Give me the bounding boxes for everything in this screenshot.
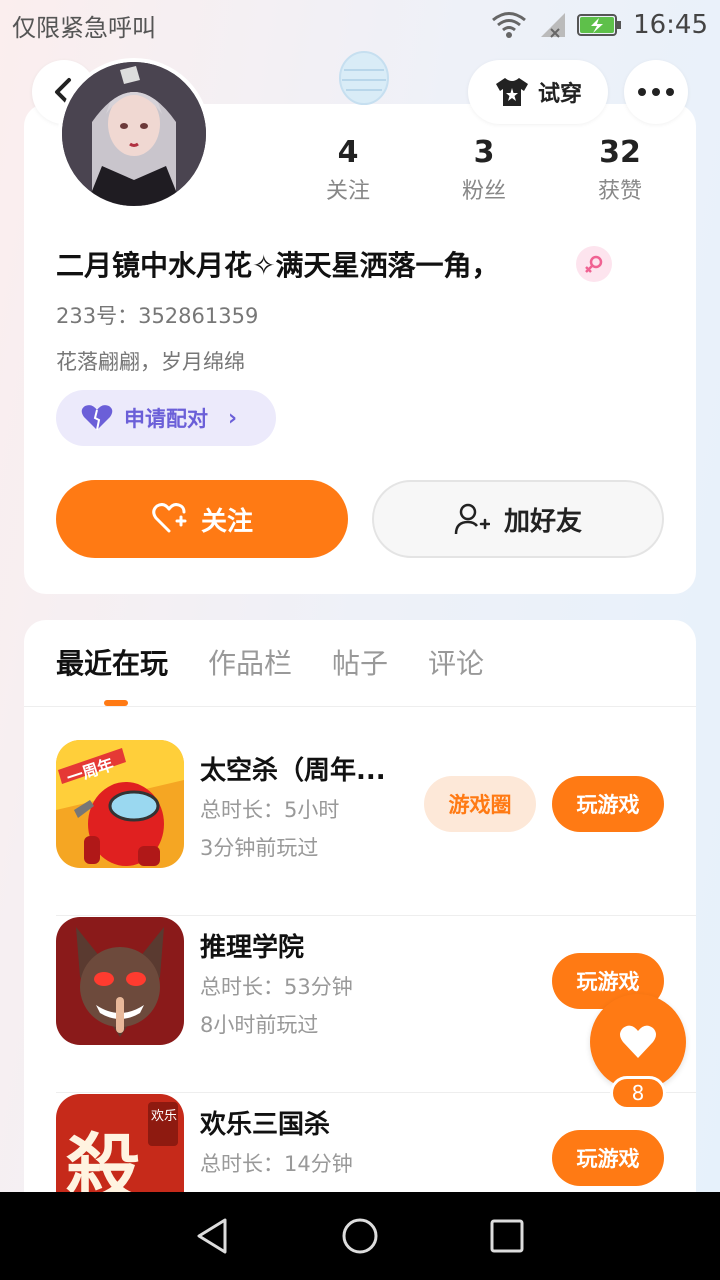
profile-stats: 4 关注 3 粉丝 32 获赞 bbox=[280, 134, 690, 212]
try-on-button[interactable]: 试穿 bbox=[468, 60, 608, 124]
game-circle-button[interactable]: 游戏圈 bbox=[424, 776, 536, 832]
profile-tabs: 最近在玩 作品栏 帖子 评论 bbox=[56, 644, 484, 684]
avatar[interactable] bbox=[58, 58, 210, 210]
game-name: 推理学院 bbox=[200, 933, 305, 963]
game-last-played: 3分钟前玩过 bbox=[200, 836, 319, 860]
stat-following[interactable]: 4 关注 bbox=[280, 134, 416, 212]
row-divider bbox=[56, 1092, 696, 1093]
header-decoration bbox=[338, 50, 390, 106]
apply-pair-label: 申请配对 bbox=[124, 407, 208, 431]
add-friend-label: 加好友 bbox=[503, 506, 582, 537]
game-name: 太空杀（周年... bbox=[200, 756, 386, 786]
tabs-divider bbox=[24, 706, 696, 707]
follow-label: 关注 bbox=[200, 506, 253, 537]
tshirt-icon bbox=[495, 78, 528, 106]
tab-recently-played[interactable]: 最近在玩 bbox=[56, 644, 168, 684]
status-icons: 16:45 bbox=[491, 10, 708, 40]
user-bio: 花落翩翩，岁月绵绵 bbox=[56, 350, 245, 374]
play-game-button[interactable]: 玩游戏 bbox=[552, 776, 664, 832]
stat-likes-value: 32 bbox=[599, 135, 641, 170]
like-count-badge: 8 bbox=[610, 1076, 666, 1110]
user-id: 233号：352861359 bbox=[56, 304, 259, 328]
stat-likes-label: 获赞 bbox=[597, 179, 642, 204]
heart-icon bbox=[620, 1025, 656, 1058]
stat-followers-label: 粉丝 bbox=[461, 179, 506, 204]
system-nav-bar bbox=[0, 1192, 720, 1280]
follow-button[interactable]: 关注 bbox=[56, 480, 348, 558]
game-3-badge: 欢乐 bbox=[151, 1109, 177, 1124]
heart-plus-icon bbox=[152, 503, 187, 533]
more-dots-icon bbox=[638, 88, 674, 96]
heart-split-icon bbox=[81, 405, 113, 431]
avatar-image bbox=[62, 62, 206, 206]
apply-pair-button[interactable]: 申请配对 › bbox=[56, 390, 276, 446]
username: 二月镜中水月花✧满天星洒落一角， bbox=[56, 249, 500, 282]
battery-charging-icon bbox=[577, 14, 622, 36]
status-bar: 仅限紧急呼叫 16:45 bbox=[0, 0, 720, 50]
play-game-button[interactable]: 玩游戏 bbox=[552, 1130, 664, 1186]
back-triangle-icon[interactable] bbox=[193, 1216, 233, 1256]
list-item[interactable]: 一周年 太空杀（周年... 总时长：5小时 3分钟前玩过 游戏圈 玩游戏 bbox=[56, 740, 696, 916]
stat-following-label: 关注 bbox=[325, 179, 370, 204]
stat-following-value: 4 bbox=[337, 135, 359, 170]
more-button[interactable] bbox=[624, 60, 688, 124]
game-icon-space-kill[interactable]: 一周年 bbox=[56, 740, 184, 868]
chevron-right-icon: › bbox=[228, 405, 238, 431]
game-duration: 总时长：5小时 bbox=[200, 798, 340, 822]
signal-icon bbox=[541, 13, 566, 38]
game-name: 欢乐三国杀 bbox=[200, 1110, 331, 1140]
wifi-icon bbox=[492, 12, 527, 38]
female-gender-icon bbox=[576, 246, 612, 282]
try-on-label: 试穿 bbox=[537, 82, 582, 107]
row-divider bbox=[56, 915, 696, 916]
add-user-icon bbox=[454, 503, 490, 535]
game-duration: 总时长：14分钟 bbox=[200, 1152, 353, 1176]
game-duration: 总时长：53分钟 bbox=[200, 975, 353, 999]
game-icon-reasoning-academy[interactable] bbox=[56, 917, 184, 1045]
stat-likes[interactable]: 32 获赞 bbox=[552, 134, 688, 212]
stat-followers-value: 3 bbox=[473, 135, 495, 170]
game-last-played: 8小时前玩过 bbox=[200, 1013, 319, 1037]
tab-works[interactable]: 作品栏 bbox=[208, 644, 292, 684]
clock: 16:45 bbox=[633, 10, 708, 40]
stat-followers[interactable]: 3 粉丝 bbox=[416, 134, 552, 212]
tab-posts[interactable]: 帖子 bbox=[332, 644, 388, 684]
tab-comments[interactable]: 评论 bbox=[428, 644, 484, 684]
home-circle-icon[interactable] bbox=[340, 1216, 380, 1256]
carrier-text: 仅限紧急呼叫 bbox=[12, 13, 156, 42]
add-friend-button[interactable]: 加好友 bbox=[372, 480, 664, 558]
recents-square-icon[interactable] bbox=[487, 1216, 527, 1256]
